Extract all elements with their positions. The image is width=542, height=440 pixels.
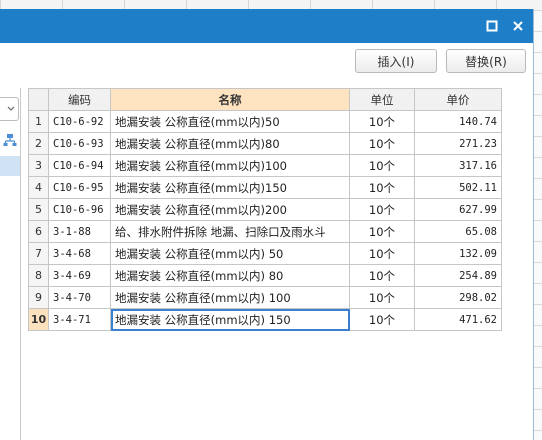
cell-unit[interactable]: 10个 (349, 132, 415, 155)
table-row-active[interactable]: 10 3-4-71 地漏安装 公称直径(mm以内) 150 10个 471.62 (28, 308, 502, 331)
header-price[interactable]: 单价 (414, 88, 502, 111)
cell-price[interactable]: 317.16 (414, 154, 502, 177)
cell-price[interactable]: 627.99 (414, 198, 502, 221)
replace-button[interactable]: 替换(R) (446, 49, 526, 73)
cell-name[interactable]: 地漏安装 公称直径(mm以内)150 (110, 176, 350, 199)
dialog-titlebar (0, 9, 533, 43)
cell-name[interactable]: 地漏安装 公称直径(mm以内)100 (110, 154, 350, 177)
cell-name[interactable]: 地漏安装 公称直径(mm以内)200 (110, 198, 350, 221)
table-row[interactable]: 4 C10-6-95 地漏安装 公称直径(mm以内)150 10个 502.11 (28, 176, 502, 199)
cell-name[interactable]: 给、排水附件拆除 地漏、扫除口及雨水斗 (110, 220, 350, 243)
cell-unit[interactable]: 10个 (349, 176, 415, 199)
close-icon (513, 21, 523, 31)
tree-selected-node[interactable] (0, 156, 20, 176)
cell-unit[interactable]: 10个 (349, 154, 415, 177)
cell-name-selected[interactable]: 地漏安装 公称直径(mm以内) 150 (110, 308, 350, 331)
cell-code[interactable]: 3-4-69 (48, 264, 111, 287)
cell-unit[interactable]: 10个 (349, 286, 415, 309)
cell-code[interactable]: 3-4-68 (48, 242, 111, 265)
table-row[interactable]: 7 3-4-68 地漏安装 公称直径(mm以内) 50 10个 132.09 (28, 242, 502, 265)
table-row[interactable]: 6 3-1-88 给、排水附件拆除 地漏、扫除口及雨水斗 10个 65.08 (28, 220, 502, 243)
table-row[interactable]: 1 C10-6-92 地漏安装 公称直径(mm以内)50 10个 140.74 (28, 110, 502, 133)
cell-price[interactable]: 271.23 (414, 132, 502, 155)
cell-price[interactable]: 298.02 (414, 286, 502, 309)
row-number: 10 (28, 308, 49, 331)
row-number: 8 (28, 264, 49, 287)
row-number: 7 (28, 242, 49, 265)
maximize-button[interactable] (484, 18, 500, 34)
cell-name[interactable]: 地漏安装 公称直径(mm以内)50 (110, 110, 350, 133)
category-dropdown[interactable] (0, 97, 19, 121)
table-row[interactable]: 3 C10-6-94 地漏安装 公称直径(mm以内)100 10个 317.16 (28, 154, 502, 177)
cell-price[interactable]: 254.89 (414, 264, 502, 287)
cell-unit[interactable]: 10个 (349, 264, 415, 287)
header-name[interactable]: 名称 (110, 88, 350, 111)
maximize-icon (486, 20, 498, 32)
cell-unit[interactable]: 10个 (349, 308, 415, 331)
background-spreadsheet-edge (533, 10, 542, 440)
header-code[interactable]: 编码 (48, 88, 111, 111)
header-corner (28, 88, 49, 111)
header-unit[interactable]: 单位 (349, 88, 415, 111)
cell-unit[interactable]: 10个 (349, 198, 415, 221)
cell-unit[interactable]: 10个 (349, 242, 415, 265)
quota-table: 编码 名称 单位 单价 1 C10-6-92 地漏安装 公称直径(mm以内)50… (28, 88, 502, 331)
table-header-row: 编码 名称 单位 单价 (28, 88, 502, 111)
row-number: 6 (28, 220, 49, 243)
cell-code[interactable]: 3-4-70 (48, 286, 111, 309)
chevron-down-icon (7, 106, 15, 111)
cell-unit[interactable]: 10个 (349, 110, 415, 133)
table-row[interactable]: 5 C10-6-96 地漏安装 公称直径(mm以内)200 10个 627.99 (28, 198, 502, 221)
cell-name[interactable]: 地漏安装 公称直径(mm以内) 50 (110, 242, 350, 265)
insert-button[interactable]: 插入(I) (355, 49, 437, 73)
cell-code[interactable]: C10-6-95 (48, 176, 111, 199)
cell-price[interactable]: 132.09 (414, 242, 502, 265)
quota-dialog: 插入(I) 替换(R) 编码 名称 单位 单价 1 C10-6-92 地漏安装 … (0, 9, 534, 440)
tree-icon[interactable] (3, 133, 17, 147)
cell-price[interactable]: 502.11 (414, 176, 502, 199)
row-number: 5 (28, 198, 49, 221)
cell-price[interactable]: 65.08 (414, 220, 502, 243)
cell-code[interactable]: C10-6-94 (48, 154, 111, 177)
cell-price[interactable]: 471.62 (414, 308, 502, 331)
table-row[interactable]: 9 3-4-70 地漏安装 公称直径(mm以内) 100 10个 298.02 (28, 286, 502, 309)
cell-code[interactable]: C10-6-96 (48, 198, 111, 221)
cell-code[interactable]: C10-6-93 (48, 132, 111, 155)
cell-unit[interactable]: 10个 (349, 220, 415, 243)
left-panel (0, 88, 21, 440)
close-button[interactable] (510, 18, 526, 34)
cell-code[interactable]: 3-1-88 (48, 220, 111, 243)
row-number: 1 (28, 110, 49, 133)
table-row[interactable]: 2 C10-6-93 地漏安装 公称直径(mm以内)80 10个 271.23 (28, 132, 502, 155)
cell-name[interactable]: 地漏安装 公称直径(mm以内)80 (110, 132, 350, 155)
row-number: 2 (28, 132, 49, 155)
cell-code[interactable]: 3-4-71 (48, 308, 111, 331)
cell-price[interactable]: 140.74 (414, 110, 502, 133)
cell-name[interactable]: 地漏安装 公称直径(mm以内) 100 (110, 286, 350, 309)
row-number: 3 (28, 154, 49, 177)
row-number: 4 (28, 176, 49, 199)
cell-name[interactable]: 地漏安装 公称直径(mm以内) 80 (110, 264, 350, 287)
table-row[interactable]: 8 3-4-69 地漏安装 公称直径(mm以内) 80 10个 254.89 (28, 264, 502, 287)
row-number: 9 (28, 286, 49, 309)
cell-code[interactable]: C10-6-92 (48, 110, 111, 133)
